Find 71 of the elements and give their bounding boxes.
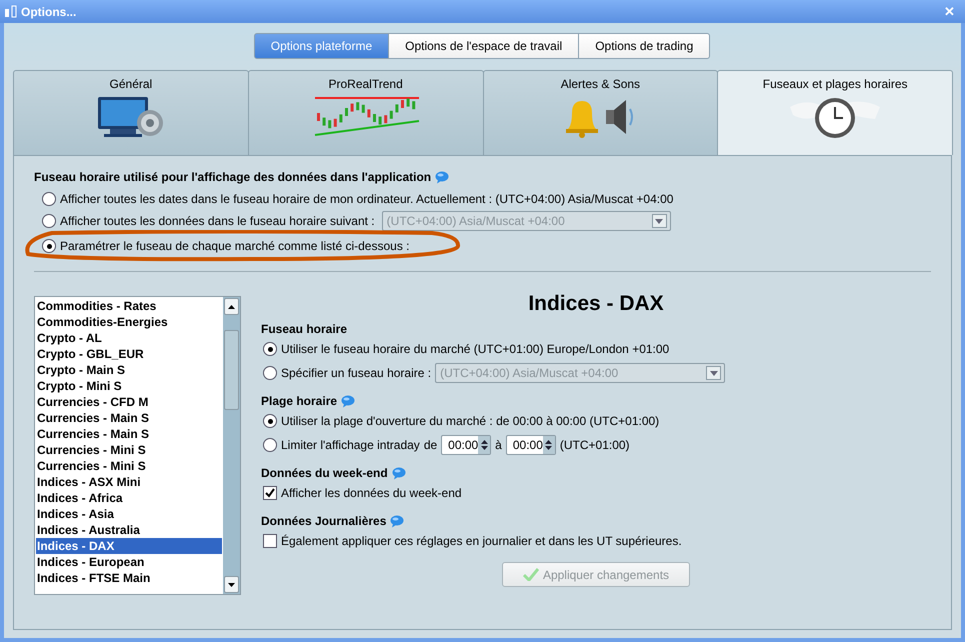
market-title: Indices - DAX <box>527 292 665 316</box>
option-label: Spécifier un fuseau horaire : <box>281 366 432 380</box>
up-arrow-icon <box>228 304 235 308</box>
radio-button[interactable] <box>42 214 56 228</box>
radio-button[interactable] <box>263 366 277 380</box>
radio-button[interactable] <box>263 414 277 428</box>
market-list-item[interactable]: Indices - Australia <box>36 522 222 538</box>
option-label: Limiter l'affichage intraday <box>281 438 420 452</box>
market-list-item[interactable]: Indices - European <box>36 554 222 570</box>
option-label: (UTC+01:00) <box>560 438 630 452</box>
tab-label: Fuseaux et plages horaires <box>762 77 908 91</box>
checkmark-icon <box>265 488 275 498</box>
option-label: Paramétrer le fuseau de chaque marché comme listé ci-dessous : <box>60 239 410 253</box>
radio-button[interactable] <box>42 192 56 206</box>
market-list-item[interactable]: Crypto - Mini S <box>36 378 222 394</box>
spin-arrows-icon[interactable] <box>480 439 488 451</box>
tab-label: ProRealTrend <box>328 77 403 91</box>
market-list-item[interactable]: Currencies - Mini S <box>36 442 222 458</box>
market-list-item[interactable]: Crypto - GBL_EUR <box>36 346 222 362</box>
section-heading: Fuseau horaire <box>261 322 348 336</box>
option-label: de <box>424 438 438 452</box>
checkbox[interactable] <box>263 534 277 548</box>
market-list-item[interactable]: Currencies - Main S <box>36 426 222 442</box>
market-list-item[interactable]: Commodities-Energies <box>36 314 222 330</box>
radio-button[interactable] <box>263 438 277 452</box>
option-label: à <box>495 438 502 452</box>
computer-gear-icon <box>96 95 166 139</box>
market-list-item[interactable]: Currencies - CFD M <box>36 394 222 410</box>
radio-button[interactable] <box>42 239 56 253</box>
market-list-item[interactable]: Commodities - Rates <box>36 298 222 314</box>
market-list-item[interactable]: Indices - ASX Mini <box>36 474 222 490</box>
caret-icon <box>710 370 718 376</box>
options-tab[interactable]: Options de trading <box>578 33 710 59</box>
market-list-item[interactable]: Indices - FTSE Main <box>36 570 222 586</box>
category-tab[interactable]: Fuseaux et plages horaires <box>717 70 953 155</box>
section-heading: Données Journalières <box>261 514 386 528</box>
caret-icon <box>655 218 664 224</box>
time-spinner[interactable]: 00:00 <box>506 435 556 455</box>
market-list-item[interactable]: Indices - DAX <box>36 538 222 554</box>
radio-button[interactable] <box>263 342 277 356</box>
option-label: Utiliser la plage d'ouverture du marché : de 00:00 à 00:00 (UTC+01:00) <box>281 414 660 428</box>
time-spinner[interactable]: 00:00 <box>441 435 492 455</box>
category-tab[interactable]: Général <box>13 70 249 155</box>
market-list-item[interactable]: Indices - Africa <box>36 490 222 506</box>
spin-arrows-icon[interactable] <box>545 439 552 451</box>
checkbox[interactable] <box>263 486 277 500</box>
window-title: Options... <box>21 4 78 18</box>
option-label: Afficher les données du week-end <box>281 486 462 500</box>
category-tab[interactable]: ProRealTrend <box>248 70 484 155</box>
option-label: Afficher toutes les données dans le fuseau horaire suivant : <box>60 214 375 228</box>
checkmark-icon <box>522 568 539 581</box>
option-label: Utiliser le fuseau horaire du marché (UTC+01:00) Europe/London +01:00 <box>281 342 670 356</box>
tab-label: Général <box>110 77 152 91</box>
market-list-item[interactable]: Currencies - Main S <box>36 410 222 426</box>
options-tab[interactable]: Options de l'espace de travail <box>388 33 580 59</box>
tab-label: Alertes & Sons <box>560 77 640 91</box>
scroll-down-button[interactable] <box>224 576 239 593</box>
market-list-item[interactable]: Indices - Asia <box>36 506 222 522</box>
market-list-item[interactable]: Crypto - Main S <box>36 362 222 378</box>
market-list-item[interactable]: Currencies - Mini S <box>36 458 222 474</box>
scroll-up-button[interactable] <box>224 298 239 315</box>
option-label: Également appliquer ces réglages en journalier et dans les UT supérieures. <box>281 534 682 548</box>
section-heading: Fuseau horaire utilisé pour l'affichage des données dans l'application <box>34 170 432 184</box>
option-label: Afficher toutes les dates dans le fuseau horaire de mon ordinateur. Actuellement : (UTC+04:00) Asia/Muscat +04:00 <box>60 192 674 206</box>
candlestick-icon <box>4 4 18 18</box>
category-tab[interactable]: Alertes & Sons <box>482 70 718 155</box>
scroll-thumb[interactable] <box>224 330 239 410</box>
section-heading: Données du week-end <box>261 466 388 480</box>
market-list-item[interactable]: Crypto - AL <box>36 330 222 346</box>
down-arrow-icon <box>228 582 235 586</box>
section-heading: Plage horaire <box>261 394 338 408</box>
